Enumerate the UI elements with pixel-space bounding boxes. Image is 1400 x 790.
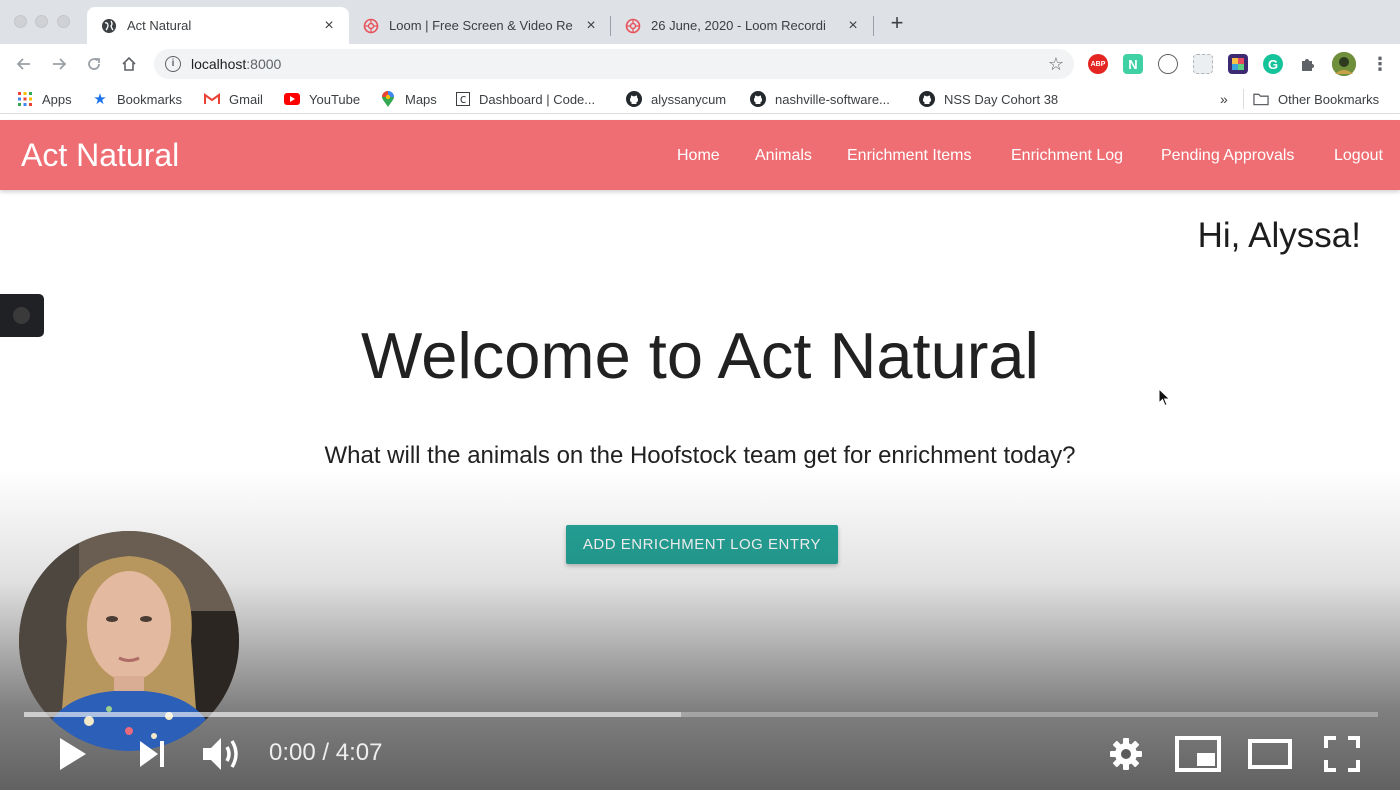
nav-enrichment-items[interactable]: Enrichment Items — [847, 147, 971, 165]
bookmark-label: Other Bookmarks — [1278, 91, 1380, 107]
bookmark-label: Maps — [405, 91, 437, 107]
bookmark-label: Apps — [42, 91, 72, 107]
extension-icon[interactable] — [1193, 54, 1213, 74]
n-extension-icon[interactable]: N — [1123, 54, 1143, 74]
presenter-webcam — [19, 531, 239, 751]
bookmark-label: nashville-software... — [775, 91, 890, 107]
bookmark-gmail[interactable]: Gmail — [204, 90, 263, 108]
tab-title: Act Natural — [127, 18, 192, 33]
bookmark-alyssanycum[interactable]: alyssanycum — [626, 90, 726, 108]
bookmark-youtube[interactable]: YouTube — [284, 90, 360, 108]
close-tab-icon[interactable]: × — [321, 17, 337, 34]
youtube-icon — [284, 91, 300, 107]
loom-icon — [363, 18, 379, 34]
theater-mode-icon[interactable] — [1247, 738, 1293, 770]
back-icon[interactable] — [14, 54, 34, 74]
miniplayer-icon[interactable] — [1175, 736, 1221, 772]
screen: Act Natural × Loom | Free Screen & Video… — [0, 0, 1400, 790]
bookmark-label: Bookmarks — [117, 91, 183, 107]
bookmark-apps[interactable]: Apps — [17, 90, 72, 108]
play-icon[interactable] — [54, 735, 90, 773]
bookmark-label: Gmail — [229, 91, 263, 107]
tab-act-natural[interactable]: Act Natural × — [87, 7, 349, 44]
star-icon: ★ — [93, 91, 107, 108]
tab-title: 26 June, 2020 - Loom Recordi — [651, 18, 826, 33]
code-icon: c — [456, 92, 470, 106]
address-bar[interactable]: i localhost:8000 ☆ — [154, 49, 1074, 79]
bookmark-dashboard[interactable]: c Dashboard | Code... — [456, 90, 595, 108]
bookmark-nashville-software[interactable]: nashville-software... — [750, 90, 890, 108]
bookmarks-divider — [1243, 89, 1244, 109]
nav-home[interactable]: Home — [677, 147, 720, 165]
duration: 4:07 — [335, 739, 383, 766]
home-icon[interactable] — [119, 54, 139, 74]
json-extension-icon[interactable] — [1158, 54, 1178, 74]
nav-logout[interactable]: Logout — [1334, 147, 1383, 165]
tab-title: Loom | Free Screen & Video Re — [389, 18, 573, 33]
next-video-icon[interactable] — [136, 738, 168, 770]
site-info-icon[interactable]: i — [165, 56, 181, 72]
mouse-cursor-icon — [1158, 388, 1171, 407]
app-navbar: Act Natural Home Animals Enrichment Item… — [0, 120, 1400, 190]
fullscreen-icon[interactable] — [1323, 735, 1361, 773]
kebab-menu-icon[interactable]: ⋮ — [1370, 54, 1390, 74]
video-time: 0:00 / 4:07 — [269, 739, 382, 767]
maps-pin-icon — [380, 91, 396, 107]
tab-loom[interactable]: Loom | Free Screen & Video Re × — [349, 7, 611, 44]
page-title: Welcome to Act Natural — [361, 319, 1039, 392]
maximize-window-button[interactable] — [57, 15, 70, 28]
bookmark-label: Dashboard | Code... — [479, 91, 596, 107]
bookmark-label: alyssanycum — [651, 91, 727, 107]
tab-strip: Act Natural × Loom | Free Screen & Video… — [0, 0, 1400, 44]
forward-icon[interactable] — [49, 54, 69, 74]
brand-logo[interactable]: Act Natural — [21, 137, 179, 174]
color-extension-icon[interactable] — [1228, 54, 1248, 74]
loom-icon — [625, 18, 641, 34]
bookmark-nss-day-cohort[interactable]: NSS Day Cohort 38 — [919, 90, 1058, 108]
bookmark-other-bookmarks[interactable]: Other Bookmarks — [1253, 90, 1379, 108]
bookmarks-overflow-button[interactable]: » — [1220, 90, 1228, 108]
adblock-extension-icon[interactable]: ABP — [1088, 54, 1108, 74]
github-icon — [919, 91, 935, 107]
grammarly-icon[interactable]: G — [1263, 54, 1283, 74]
time-separator: / — [315, 739, 336, 766]
nav-enrichment-log[interactable]: Enrichment Log — [1011, 147, 1123, 165]
close-tab-icon[interactable]: × — [845, 17, 861, 34]
url-host: localhost — [191, 56, 247, 72]
puzzle-extensions-icon[interactable] — [1298, 54, 1318, 74]
bookmark-label: NSS Day Cohort 38 — [944, 91, 1059, 107]
browser-toolbar: i localhost:8000 ☆ ABP N G ⋮ — [0, 44, 1400, 84]
new-tab-button[interactable]: + — [886, 12, 908, 34]
video-progress-bar[interactable] — [24, 712, 1378, 717]
url-port: :8000 — [246, 56, 282, 72]
bookmark-star-icon[interactable]: ☆ — [1048, 54, 1064, 75]
buffered-progress — [24, 712, 681, 717]
page-subtitle: What will the animals on the Hoofstock t… — [324, 442, 1076, 469]
tab-loom-recording[interactable]: 26 June, 2020 - Loom Recordi × — [611, 7, 873, 44]
bookmark-label: YouTube — [309, 91, 361, 107]
nav-animals[interactable]: Animals — [755, 147, 812, 165]
current-time: 0:00 — [269, 739, 316, 766]
github-icon — [626, 91, 642, 107]
nav-pending-approvals[interactable]: Pending Approvals — [1161, 147, 1294, 165]
reload-icon[interactable] — [84, 54, 104, 74]
volume-icon[interactable] — [200, 734, 244, 774]
gmail-icon — [204, 91, 220, 107]
globe-icon — [101, 18, 117, 34]
tab-divider — [873, 16, 874, 36]
close-tab-icon[interactable]: × — [583, 17, 599, 34]
folder-icon — [1253, 91, 1269, 107]
add-enrichment-log-entry-button[interactable]: ADD ENRICHMENT LOG ENTRY — [566, 525, 838, 564]
minimize-window-button[interactable] — [35, 15, 48, 28]
bookmarks-bar: Apps ★ Bookmarks Gmail YouTube Maps c Da… — [0, 84, 1400, 114]
apps-grid-icon — [17, 91, 33, 107]
close-window-button[interactable] — [14, 15, 27, 28]
bookmark-bookmarks[interactable]: ★ Bookmarks — [92, 90, 182, 108]
bookmark-maps[interactable]: Maps — [380, 90, 437, 108]
settings-gear-icon[interactable] — [1107, 735, 1145, 773]
profile-avatar[interactable] — [1332, 52, 1356, 76]
user-greeting: Hi, Alyssa! — [1197, 216, 1361, 255]
github-icon — [750, 91, 766, 107]
